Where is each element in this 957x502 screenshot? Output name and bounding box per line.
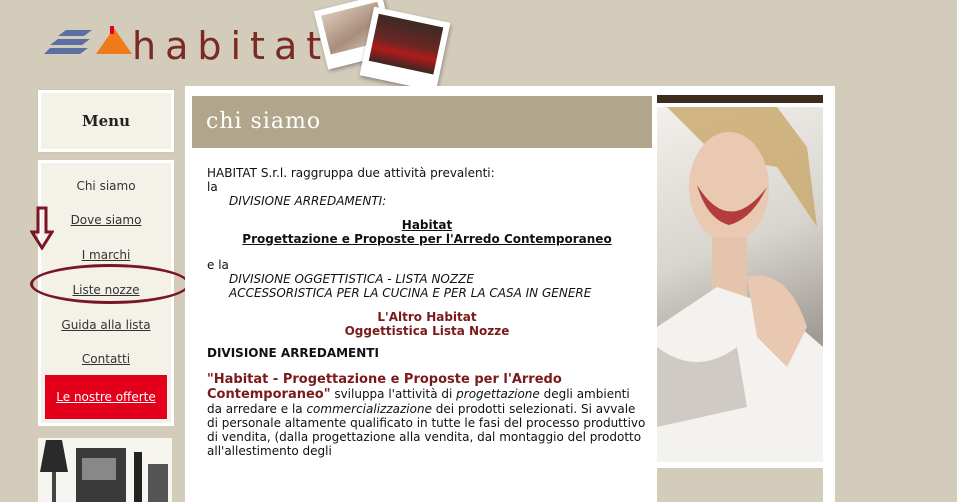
page-body: HABITAT S.r.l. raggruppa due attività pr…	[207, 166, 647, 458]
bride-photo	[657, 107, 823, 462]
intro-text: HABITAT S.r.l. raggruppa due attività pr…	[207, 166, 495, 180]
page-title: chi siamo	[206, 109, 322, 134]
description-emphasis: commercializzazione	[306, 402, 432, 416]
section-heading: DIVISIONE ARREDAMENTI	[207, 346, 379, 360]
logo-stripes-icon	[44, 26, 132, 54]
menu-item-contatti[interactable]: Contatti	[41, 352, 171, 366]
brand-wordmark: habitat	[132, 24, 331, 68]
habitat-logo[interactable]: habitat	[44, 0, 451, 92]
description-emphasis: progettazione	[456, 387, 540, 401]
furniture-thumbnail[interactable]	[38, 438, 172, 502]
menu-item-guida-alla-lista[interactable]: Guida alla lista	[41, 318, 171, 332]
highlight-ellipse	[30, 264, 190, 304]
menu-item-dove-siamo[interactable]: Dove siamo	[41, 213, 171, 227]
division-arredamenti: DIVISIONE ARREDAMENTI:	[229, 194, 387, 208]
right-bottom-box	[657, 468, 823, 502]
habitat-title-link[interactable]: Habitat	[207, 218, 647, 232]
division-oggettistica: DIVISIONE OGGETTISTICA - LISTA NOZZE	[229, 272, 474, 286]
decorative-bar	[657, 95, 823, 103]
offers-button[interactable]: Le nostre offerte	[45, 375, 167, 419]
habitat-subtitle-link[interactable]: Progettazione e Proposte per l'Arredo Co…	[207, 232, 647, 246]
menu-item-i-marchi[interactable]: I marchi	[41, 248, 171, 262]
menu-item-chi-siamo[interactable]: Chi siamo	[41, 179, 171, 193]
polaroid-photo	[359, 6, 451, 92]
menu-title: Menu	[38, 90, 174, 152]
description-text: sviluppa l'attività di	[330, 387, 457, 401]
division-accessoristica: ACCESSORISTICA PER LA CUCINA E PER LA CA…	[229, 286, 592, 300]
page-header: chi siamo	[192, 96, 652, 148]
altro-habitat-subtitle: Oggettistica Lista Nozze	[344, 324, 510, 338]
intro-e-la: e la	[207, 258, 229, 272]
down-arrow-icon	[30, 206, 54, 250]
description-paragraph: "Habitat - Progettazione e Proposte per …	[207, 372, 647, 459]
altro-habitat-title: L'Altro Habitat	[377, 310, 477, 324]
intro-la: la	[207, 180, 218, 194]
